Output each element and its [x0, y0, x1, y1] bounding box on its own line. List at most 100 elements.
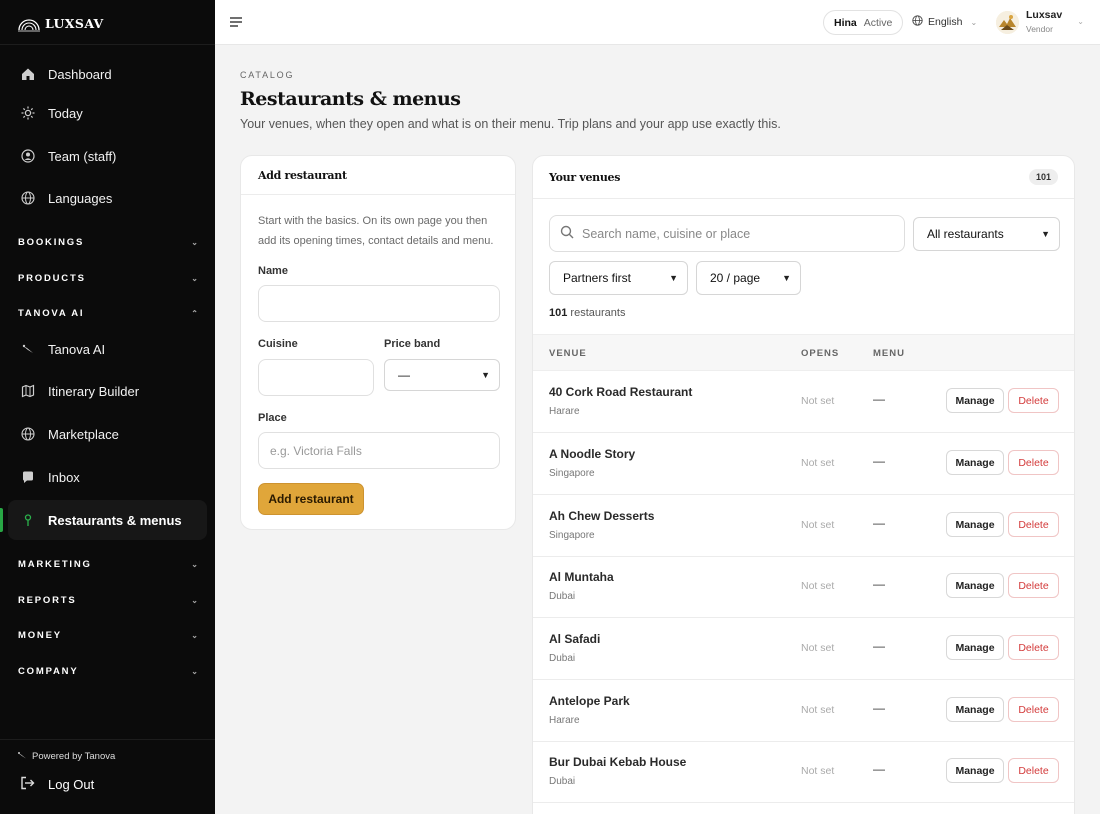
section-label: PRODUCTS — [18, 273, 86, 284]
venue-name[interactable]: Al Muntaha — [549, 570, 614, 584]
manage-button[interactable]: Manage — [946, 512, 1004, 537]
manage-button[interactable]: Manage — [946, 573, 1004, 598]
sidebar-item-label: Today — [48, 105, 83, 121]
form-help-text: Start with the basics. On its own page y… — [258, 215, 494, 247]
venue-name[interactable]: Al Safadi — [549, 632, 600, 646]
sort-select[interactable]: Partners first ▼ — [549, 261, 688, 295]
count-badge: 101 — [1028, 169, 1058, 185]
section-label: MARKETING — [18, 559, 92, 570]
language-selector[interactable]: English ⌄ — [912, 15, 977, 29]
account-name: Luxsav — [1026, 9, 1063, 21]
results-count: 101 restaurants — [549, 307, 625, 319]
language-label: English — [928, 16, 963, 28]
venue-menu: — — [873, 516, 885, 530]
venue-opens: Not set — [801, 580, 835, 592]
section-company[interactable]: COMPANY ⌄ — [18, 666, 198, 677]
venues-card: Your venues 101 Search name, cuisine or … — [532, 155, 1075, 814]
delete-button[interactable]: Delete — [1008, 573, 1059, 598]
place-input[interactable]: e.g. Victoria Falls — [258, 432, 500, 469]
delete-button[interactable]: Delete — [1008, 697, 1059, 722]
delete-button[interactable]: Delete — [1008, 388, 1059, 413]
sidebar-item-label: Languages — [48, 190, 113, 206]
sidebar-item-marketplace[interactable]: Marketplace — [8, 414, 207, 454]
sidebar-item-itinerary-builder[interactable]: Itinerary Builder — [8, 371, 207, 411]
venue-name[interactable]: Ah Chew Desserts — [549, 509, 654, 523]
chevron-down-icon: ⌄ — [191, 560, 198, 569]
account-menu[interactable]: Luxsav Vendor ⌄ — [996, 8, 1084, 34]
delete-button[interactable]: Delete — [1008, 635, 1059, 660]
sidebar-item-restaurants[interactable]: Restaurants & menus — [0, 500, 207, 540]
section-bookings[interactable]: BOOKINGS ⌄ — [18, 237, 198, 248]
per-page-select[interactable]: 20 / page ▼ — [696, 261, 801, 295]
venue-name[interactable]: Bur Dubai Kebab House — [549, 755, 686, 769]
venue-name[interactable]: 40 Cork Road Restaurant — [549, 385, 692, 399]
column-opens: OPENS — [801, 348, 840, 359]
sidebar-item-languages[interactable]: Languages — [8, 178, 207, 218]
menu-toggle-icon[interactable] — [229, 15, 243, 33]
chevron-down-icon: ⌄ — [191, 667, 198, 676]
manage-button[interactable]: Manage — [946, 450, 1004, 475]
sidebar-item-team[interactable]: Team (staff) — [8, 136, 207, 176]
chevron-down-icon: ▼ — [481, 370, 490, 380]
venue-place: Dubai — [549, 591, 576, 602]
per-page-value: 20 / page — [710, 271, 761, 285]
section-label: BOOKINGS — [18, 237, 85, 248]
luxsav-logo-icon — [18, 19, 40, 32]
search-input[interactable]: Search name, cuisine or place — [549, 215, 905, 252]
cuisine-input[interactable] — [258, 359, 374, 396]
chevron-up-icon: ⌃ — [191, 309, 198, 318]
manage-button[interactable]: Manage — [946, 388, 1004, 413]
sidebar-item-label: Itinerary Builder — [48, 383, 140, 399]
venue-opens: Not set — [801, 519, 835, 531]
add-restaurant-button[interactable]: Add restaurant — [258, 483, 364, 515]
price-band-select[interactable]: — ▼ — [384, 359, 500, 391]
section-products[interactable]: PRODUCTS ⌄ — [18, 273, 198, 284]
logout-label: Log Out — [48, 777, 95, 792]
venue-place: Harare — [549, 406, 580, 417]
sparkle-icon — [20, 341, 36, 357]
venue-place: Harare — [549, 715, 580, 726]
section-money[interactable]: MONEY ⌄ — [18, 630, 198, 641]
section-label: TANOVA AI — [18, 308, 85, 319]
section-marketing[interactable]: MARKETING ⌄ — [18, 559, 198, 570]
section-tanova-ai[interactable]: TANOVA AI ⌃ — [18, 308, 198, 319]
search-icon — [560, 225, 574, 242]
user-status: Active — [863, 16, 893, 29]
sidebar-item-inbox[interactable]: Inbox — [8, 457, 207, 497]
delete-button[interactable]: Delete — [1008, 758, 1059, 783]
venue-menu: — — [873, 577, 885, 591]
filter-select[interactable]: All restaurants ▼ — [913, 217, 1060, 251]
sidebar-item-tanova-ai[interactable]: Tanova AI — [8, 329, 207, 369]
breadcrumb: CATALOG — [240, 70, 295, 80]
section-reports[interactable]: REPORTS ⌄ — [18, 595, 198, 606]
brand-logo[interactable]: LUXSAV — [17, 12, 104, 34]
manage-button[interactable]: Manage — [946, 697, 1004, 722]
sidebar-item-dashboard[interactable]: Dashboard — [8, 54, 207, 94]
venue-menu: — — [873, 392, 885, 406]
venue-place: Singapore — [549, 468, 595, 479]
delete-button[interactable]: Delete — [1008, 450, 1059, 475]
card-title: Your venues — [549, 170, 621, 184]
name-input[interactable] — [258, 285, 500, 322]
table-row: Ah Chew Desserts Singapore Not set — Man… — [533, 495, 1074, 557]
results-suffix: restaurants — [570, 307, 626, 319]
logout-button[interactable]: Log Out — [20, 776, 94, 793]
powered-by-label: Powered by Tanova — [32, 751, 116, 762]
delete-button[interactable]: Delete — [1008, 512, 1059, 537]
user-status-pill[interactable]: Hina Active — [823, 10, 904, 35]
chevron-down-icon: ▼ — [1041, 229, 1050, 239]
team-icon — [20, 148, 36, 164]
sidebar-item-label: Marketplace — [48, 426, 119, 442]
chevron-down-icon: ▼ — [669, 273, 678, 283]
chevron-down-icon: ⌄ — [191, 238, 198, 247]
chevron-down-icon: ⌄ — [191, 274, 198, 283]
sidebar-item-today[interactable]: Today — [8, 93, 207, 133]
manage-button[interactable]: Manage — [946, 758, 1004, 783]
account-role: Vendor — [1026, 24, 1053, 34]
globe-icon — [20, 426, 36, 442]
venue-name[interactable]: Antelope Park — [549, 694, 630, 708]
results-number: 101 — [549, 307, 568, 319]
manage-button[interactable]: Manage — [946, 635, 1004, 660]
venue-opens: Not set — [801, 642, 835, 654]
venue-name[interactable]: A Noodle Story — [549, 447, 635, 461]
